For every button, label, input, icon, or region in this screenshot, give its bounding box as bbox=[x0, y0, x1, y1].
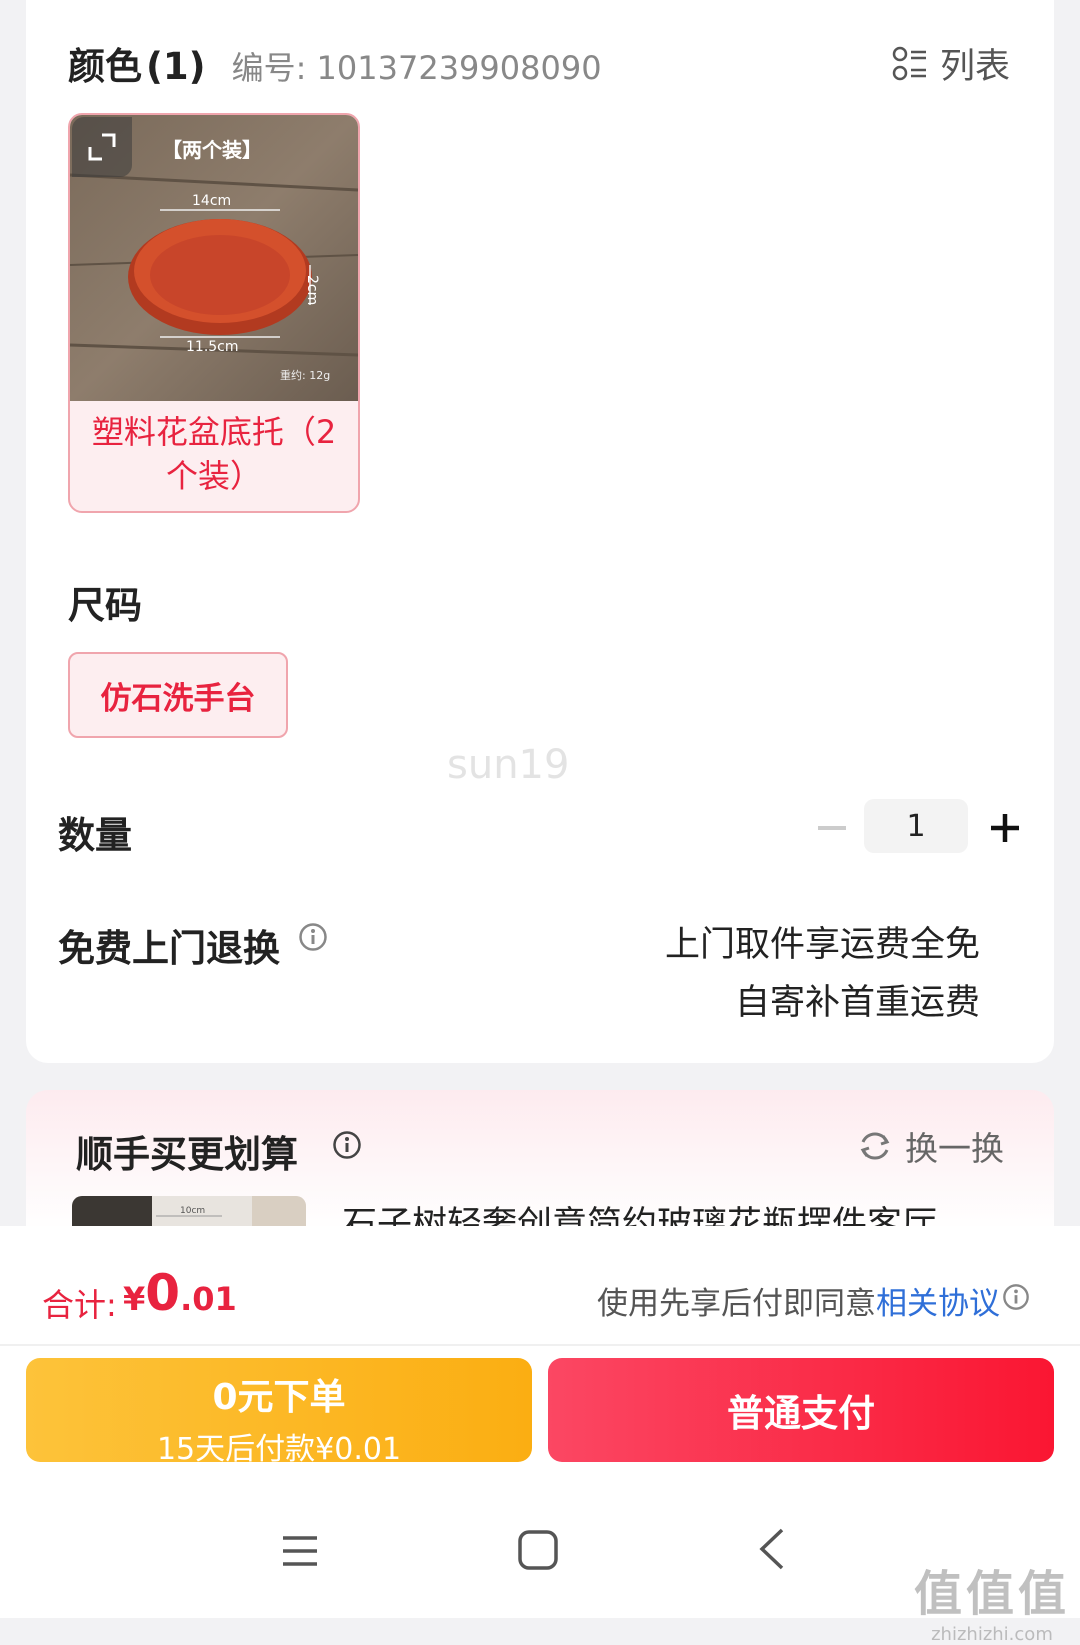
pay-later-button[interactable]: 0元下单 15天后付款¥0.01 bbox=[26, 1358, 532, 1467]
expand-icon bbox=[88, 133, 116, 161]
recommend-title: 顺手买更划算 bbox=[76, 1133, 298, 1176]
checkout-bar: 合计: ¥ 0 .01 使用先享后付即同意相关协议 0元下单 15天后付款¥0.… bbox=[0, 1226, 1080, 1645]
menu-icon bbox=[283, 1536, 317, 1566]
watermark-text: sun19 bbox=[447, 742, 570, 788]
home-square-icon bbox=[518, 1530, 558, 1570]
recommend-item-photo: 10cm bbox=[72, 1196, 306, 1230]
size-title: 尺码 bbox=[68, 584, 142, 627]
expand-image-button[interactable] bbox=[72, 117, 132, 177]
corner-watermark-url: zhizhizhi.com bbox=[931, 1624, 1053, 1645]
refresh-label: 换一换 bbox=[905, 1129, 1004, 1168]
image-dim-width: 14cm bbox=[192, 193, 231, 209]
nav-home-button[interactable] bbox=[516, 1528, 560, 1576]
free-return-desc-line1: 上门取件享运费全免 bbox=[664, 925, 980, 965]
free-return-description: 上门取件享运费全免 自寄补首重运费 bbox=[665, 916, 980, 1032]
list-view-toggle[interactable]: 列表 bbox=[892, 38, 1010, 89]
corner-watermark-logo: 值值值 bbox=[913, 1566, 1070, 1622]
corner-watermark: 值值值 zhizhizhi.com bbox=[914, 1554, 1070, 1645]
recommend-item-caption: 10cm bbox=[180, 1206, 205, 1216]
quantity-label: 数量 bbox=[58, 814, 132, 857]
back-chevron-icon bbox=[759, 1528, 784, 1570]
quantity-input[interactable]: 1 bbox=[864, 799, 968, 853]
info-icon bbox=[333, 1131, 361, 1159]
image-caption-top: 【两个装】 bbox=[162, 138, 262, 162]
agreement-text: 使用先享后付即同意相关协议 bbox=[597, 1278, 1000, 1323]
list-view-label: 列表 bbox=[939, 47, 1010, 87]
free-return-label: 免费上门退换 bbox=[58, 927, 280, 970]
agreement-info-button[interactable] bbox=[1002, 1283, 1030, 1315]
sku-number: 编号: 10137239908090 bbox=[231, 49, 602, 87]
total-price: ¥ 0 .01 bbox=[123, 1264, 237, 1322]
quantity-increase-button[interactable] bbox=[985, 808, 1025, 848]
refresh-recommend-button[interactable]: 换一换 bbox=[857, 1122, 1004, 1170]
recommend-item-image[interactable]: 10cm bbox=[72, 1196, 306, 1230]
pay-later-sub-label: 15天后付款¥0.01 bbox=[156, 1432, 402, 1467]
quantity-decrease-button[interactable] bbox=[812, 808, 852, 848]
normal-pay-button[interactable]: 普通支付 bbox=[548, 1358, 1054, 1462]
color-option-name: 塑料花盆底托（2 个装） bbox=[80, 410, 348, 498]
total-currency: ¥ bbox=[123, 1280, 146, 1318]
nav-recent-apps-button[interactable] bbox=[281, 1532, 319, 1574]
color-option-name-line2: 个装） bbox=[165, 457, 262, 495]
color-title: 颜色 bbox=[68, 45, 142, 88]
total-decimal: .01 bbox=[180, 1280, 237, 1318]
info-icon bbox=[1003, 1284, 1029, 1310]
info-icon bbox=[299, 923, 327, 951]
agreement-link[interactable]: 相关协议 bbox=[876, 1286, 1000, 1322]
color-option-name-line1: 塑料花盆底托（2 bbox=[91, 413, 337, 451]
agreement-prefix: 使用先享后付即同意 bbox=[597, 1286, 876, 1322]
color-option-card[interactable]: 【两个装】 14cm 2cm 11.5cm 重约: 12g 塑料花盆底托（2 个… bbox=[68, 113, 360, 513]
color-count: (1) bbox=[146, 45, 206, 88]
free-return-info-button[interactable] bbox=[298, 922, 328, 956]
pay-later-main-label: 0元下单 bbox=[212, 1377, 346, 1418]
recommend-info-button[interactable] bbox=[332, 1130, 362, 1164]
divider bbox=[0, 1344, 1080, 1346]
image-dim-height: 2cm bbox=[304, 275, 320, 305]
minus-icon bbox=[818, 826, 846, 830]
plus-icon bbox=[991, 814, 1019, 842]
refresh-icon bbox=[860, 1132, 890, 1160]
nav-back-button[interactable] bbox=[754, 1526, 790, 1576]
list-view-icon bbox=[892, 46, 926, 80]
recommend-item-name[interactable]: 石子树轻奢创意简约玻璃花瓶摆件客厅 bbox=[342, 1196, 937, 1230]
image-dim-bottom: 11.5cm bbox=[186, 339, 239, 355]
total-label: 合计: bbox=[42, 1286, 117, 1324]
free-return-desc-line2: 自寄补首重运费 bbox=[734, 983, 980, 1023]
image-weight: 重约: 12g bbox=[280, 368, 330, 382]
total-integer: 0 bbox=[145, 1264, 181, 1322]
color-section-header: 颜色 (1) 编号: 10137239908090 bbox=[68, 36, 602, 90]
recommend-card: 顺手买更划算 换一换 10cm 石子树轻奢创意简约玻璃花瓶摆件客厅 bbox=[26, 1090, 1054, 1230]
size-option-chip[interactable]: 仿石洗手台 bbox=[68, 652, 288, 738]
